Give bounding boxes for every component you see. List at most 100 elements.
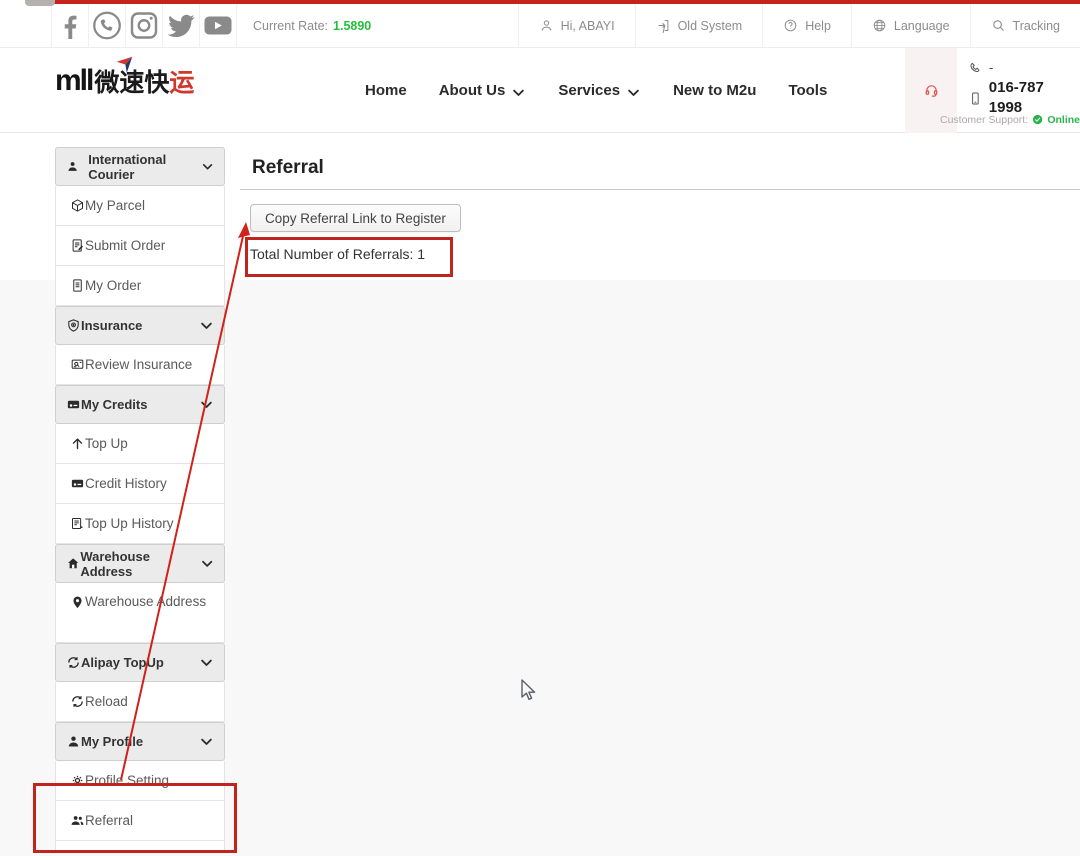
topbar-language-link[interactable]: Language xyxy=(851,4,970,47)
topbar-user-greeting[interactable]: Hi, ABAYI xyxy=(518,4,635,47)
topbar-help-link[interactable]: Help xyxy=(762,4,851,47)
nav-about-label: About Us xyxy=(439,82,506,99)
instagram-icon[interactable] xyxy=(126,4,163,47)
nav-new-to-m2u-label: New to M2u xyxy=(673,82,756,99)
copy-referral-link-button[interactable]: Copy Referral Link to Register xyxy=(250,204,461,232)
credit-card-icon xyxy=(66,397,81,412)
sidebar-item-submit-order[interactable]: Submit Order xyxy=(55,226,225,266)
parcel-icon xyxy=(70,198,85,213)
language-label: Language xyxy=(894,19,950,33)
chevron-down-icon xyxy=(199,318,214,333)
chevron-down-icon xyxy=(199,655,214,670)
chevron-down-icon xyxy=(626,83,641,98)
order-icon xyxy=(70,278,85,293)
sidebar-item-referral[interactable]: Referral xyxy=(55,801,225,841)
nav-item-services[interactable]: Services xyxy=(558,82,641,99)
user-greeting-label: Hi, ABAYI xyxy=(561,19,615,33)
site-top-accent-bar xyxy=(45,0,1080,4)
youtube-icon[interactable] xyxy=(200,4,237,47)
refresh-icon xyxy=(70,694,85,709)
user-icon xyxy=(66,734,81,749)
sidebar-item-top-up[interactable]: Top Up xyxy=(55,424,225,464)
users-icon xyxy=(70,813,85,828)
current-rate: Current Rate: 1.5890 xyxy=(237,4,387,47)
history-icon xyxy=(70,516,85,531)
sidebar-item-my-order[interactable]: My Order xyxy=(55,266,225,306)
exit-icon xyxy=(656,18,671,33)
whatsapp-icon[interactable] xyxy=(89,4,126,47)
arrow-up-icon xyxy=(70,436,85,451)
globe-icon xyxy=(872,18,887,33)
shield-icon xyxy=(66,318,81,333)
logo-latin-text: mll xyxy=(55,66,92,96)
review-insurance-icon xyxy=(70,357,85,372)
sidebar-item-warehouse-address[interactable]: Warehouse Address xyxy=(55,583,225,643)
map-pin-icon xyxy=(70,592,85,607)
chevron-down-icon xyxy=(199,734,214,749)
nav-home-label: Home xyxy=(365,82,407,99)
phone-block: - 016-787 1998 xyxy=(968,58,1080,118)
main-nav: Home About Us Services New to M2u Tools xyxy=(365,48,827,133)
sidebar-item-my-parcel[interactable]: My Parcel xyxy=(55,186,225,226)
annotation-arrow-head xyxy=(238,222,250,238)
sidebar-section-my-credits[interactable]: My Credits xyxy=(55,385,225,424)
sidebar-section-alipay-topup[interactable]: Alipay TopUp xyxy=(55,643,225,682)
chevron-down-icon xyxy=(201,159,214,174)
home-icon xyxy=(66,556,80,571)
submit-order-icon xyxy=(70,238,85,253)
mobile-icon xyxy=(968,91,983,106)
nav-item-new-to-m2u[interactable]: New to M2u xyxy=(673,82,756,99)
help-icon xyxy=(783,18,798,33)
sidebar-item-top-up-history[interactable]: Top Up History xyxy=(55,504,225,544)
nav-item-about-us[interactable]: About Us xyxy=(439,82,527,99)
nav-services-label: Services xyxy=(558,82,620,99)
nav-item-home[interactable]: Home xyxy=(365,82,407,99)
facebook-icon[interactable] xyxy=(52,4,89,47)
topbar-spacer xyxy=(0,4,52,47)
support-label: Customer Support: xyxy=(940,114,1028,126)
gear-icon xyxy=(70,773,85,788)
sidebar-item-partial xyxy=(55,841,225,853)
chevron-down-icon xyxy=(511,83,526,98)
phone-icon xyxy=(968,61,983,76)
current-rate-label: Current Rate: xyxy=(253,19,328,33)
scroll-tab xyxy=(25,0,55,6)
help-label: Help xyxy=(805,19,831,33)
nav-item-tools[interactable]: Tools xyxy=(788,82,827,99)
current-rate-value: 1.5890 xyxy=(333,19,371,33)
sidebar-item-review-insurance[interactable]: Review Insurance xyxy=(55,345,225,385)
logo-cjk-text: 微速快运 xyxy=(94,71,194,96)
support-status: Online xyxy=(1047,114,1080,126)
chevron-down-icon xyxy=(200,556,214,571)
chevron-down-icon xyxy=(199,397,214,412)
sidebar-section-insurance[interactable]: Insurance xyxy=(55,306,225,345)
phone-dash: - xyxy=(989,58,993,78)
twitter-icon[interactable] xyxy=(163,4,200,47)
topbar-tracking-link[interactable]: Tracking xyxy=(970,4,1080,47)
sidebar-item-credit-history[interactable]: Credit History xyxy=(55,464,225,504)
sidebar-item-profile-setting[interactable]: Profile Setting xyxy=(55,761,225,801)
credit-card-solid-icon xyxy=(70,476,85,491)
sidebar-item-reload[interactable]: Reload xyxy=(55,682,225,722)
sidebar-section-international-courier[interactable]: International Courier xyxy=(55,147,225,186)
topbar: Current Rate: 1.5890 Hi, ABAYI Old Syste… xyxy=(0,4,1080,48)
title-divider xyxy=(240,189,1080,190)
main-header: mll 微速快运 Home About Us Services New to M… xyxy=(0,48,1080,133)
site-logo[interactable]: mll 微速快运 xyxy=(55,66,194,96)
headset-icon xyxy=(924,83,939,98)
old-system-label: Old System xyxy=(678,19,743,33)
refresh-icon xyxy=(66,655,81,670)
search-icon xyxy=(991,18,1006,33)
topbar-old-system-link[interactable]: Old System xyxy=(635,4,763,47)
total-referrals-text: Total Number of Referrals: 1 xyxy=(250,246,425,262)
logo-arrow-icon xyxy=(113,54,135,76)
check-circle-icon xyxy=(1032,112,1043,127)
user-icon xyxy=(66,159,79,174)
sidebar-section-warehouse-address[interactable]: Warehouse Address xyxy=(55,544,225,583)
tracking-label: Tracking xyxy=(1013,19,1060,33)
account-sidebar: International Courier My Parcel Submit O… xyxy=(55,147,225,853)
sidebar-section-my-profile[interactable]: My Profile xyxy=(55,722,225,761)
nav-tools-label: Tools xyxy=(788,82,827,99)
page-title: Referral xyxy=(252,157,324,179)
user-icon xyxy=(539,18,554,33)
